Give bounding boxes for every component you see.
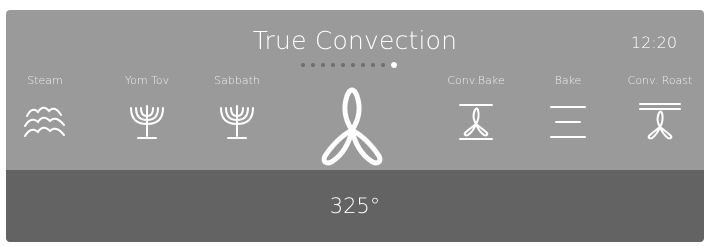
mode-yom-tov[interactable]: Yom Tov [105, 74, 189, 142]
page-dot-active[interactable] [391, 62, 397, 68]
menorah-icon [130, 105, 164, 139]
bake-icon [550, 106, 586, 138]
page-dot[interactable] [341, 63, 345, 67]
mode-title: True Convection [252, 26, 458, 55]
mode-conv-bake[interactable]: Conv.Bake [434, 74, 518, 142]
oven-control-panel: True Convection 12:20 Steam Yom Tov Sabb… [6, 10, 704, 242]
conv-roast-icon [639, 103, 681, 140]
clock: 12:20 [630, 33, 677, 52]
mode-label: Steam [27, 74, 63, 87]
menorah-icon [220, 105, 254, 139]
page-dot[interactable] [351, 63, 355, 67]
mode-bake[interactable]: Bake [526, 74, 610, 142]
mode-label: Sabbath [214, 74, 260, 87]
steam-icon [24, 106, 65, 137]
mode-steam[interactable]: Steam [6, 74, 87, 142]
page-dot[interactable] [331, 63, 335, 67]
page-dot[interactable] [321, 63, 325, 67]
mode-label: Conv.Bake [447, 74, 505, 87]
mode-label: Yom Tov [124, 74, 170, 87]
page-indicator [301, 62, 397, 68]
temperature-readout[interactable]: 325° [6, 194, 704, 218]
page-dot[interactable] [381, 63, 385, 67]
mode-label: Bake [554, 74, 582, 87]
convection-fan-icon [321, 87, 383, 166]
conv-bake-icon [459, 104, 493, 140]
mode-true-convection-selected[interactable] [317, 82, 387, 170]
mode-conv-roast[interactable]: Conv. Roast [618, 74, 702, 142]
temperature-bar[interactable]: 325° [6, 170, 704, 242]
page-dot[interactable] [301, 63, 305, 67]
page-dot[interactable] [371, 63, 375, 67]
mode-sabbath[interactable]: Sabbath [195, 74, 279, 142]
page-dot[interactable] [361, 63, 365, 67]
mode-label: Conv. Roast [627, 74, 693, 87]
page-dot[interactable] [311, 63, 315, 67]
